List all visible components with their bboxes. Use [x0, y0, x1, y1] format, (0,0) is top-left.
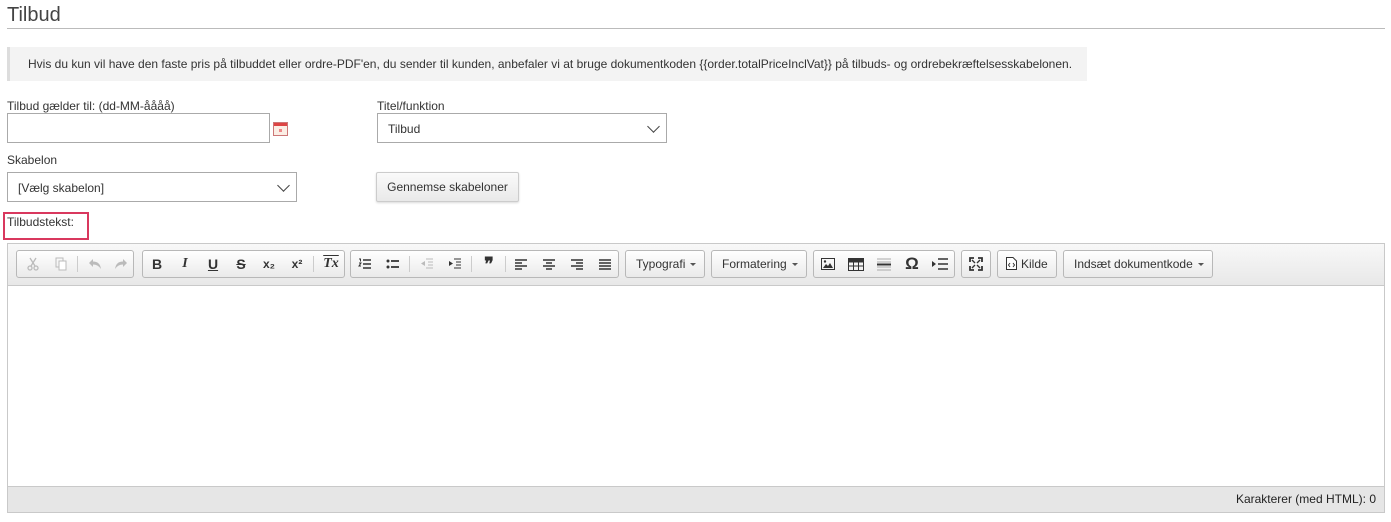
subscript-button[interactable]: x₂	[255, 251, 283, 277]
template-select[interactable]: [Vælg skabelon]	[7, 172, 297, 202]
toolbar-group-insert: Ω	[813, 250, 955, 278]
undo-icon[interactable]	[81, 251, 109, 277]
editor-content-area[interactable]	[8, 286, 1384, 486]
maximize-icon[interactable]	[962, 251, 990, 277]
remove-format-button[interactable]: Tx	[317, 251, 345, 277]
caret-down-icon	[1198, 263, 1204, 266]
copy-icon[interactable]	[47, 251, 75, 277]
toolbar-group-clipboard	[16, 250, 134, 278]
highlight-box	[3, 212, 89, 240]
title-divider	[7, 28, 1385, 29]
insert-doc-code-dropdown[interactable]: Indsæt dokumentkode	[1063, 250, 1213, 278]
typography-label: Typografi	[636, 257, 686, 271]
toolbar-separator	[409, 256, 410, 272]
toolbar-group-paragraph: ❞	[350, 250, 619, 278]
chevron-down-icon	[277, 179, 290, 192]
special-char-button[interactable]: Ω	[898, 251, 926, 277]
outdent-icon[interactable]	[413, 251, 441, 277]
formatting-label: Formatering	[722, 257, 787, 271]
redo-icon[interactable]	[107, 251, 135, 277]
typography-dropdown[interactable]: Typografi	[625, 250, 705, 278]
align-left-icon[interactable]	[507, 251, 535, 277]
valid-until-label: Tilbud gælder til: (dd-MM-åååå)	[7, 99, 175, 113]
editor-char-count: Karakterer (med HTML): 0	[8, 486, 1384, 512]
source-button[interactable]: Kilde	[997, 250, 1057, 278]
title-function-select[interactable]: Tilbud	[377, 113, 667, 143]
bold-button[interactable]: B	[143, 251, 171, 277]
title-function-value: Tilbud	[388, 122, 421, 136]
toolbar-separator	[313, 256, 314, 272]
template-label: Skabelon	[7, 153, 58, 167]
strikethrough-button[interactable]: S	[227, 251, 255, 277]
calendar-icon[interactable]	[273, 122, 288, 136]
cut-icon[interactable]	[19, 251, 47, 277]
caret-down-icon	[690, 263, 696, 266]
indent-icon[interactable]	[441, 251, 469, 277]
source-icon	[1006, 257, 1017, 270]
blockquote-button[interactable]: ❞	[475, 251, 503, 277]
toolbar-separator	[77, 256, 78, 272]
info-box: Hvis du kun vil have den faste pris på t…	[7, 47, 1087, 81]
source-label: Kilde	[1021, 257, 1048, 271]
valid-until-input[interactable]	[7, 113, 270, 143]
page-title: Tilbud	[7, 4, 61, 26]
superscript-button[interactable]: x²	[283, 251, 311, 277]
caret-down-icon	[792, 263, 798, 266]
bulleted-list-icon[interactable]	[379, 251, 407, 277]
numbered-list-icon[interactable]	[351, 251, 379, 277]
insert-doc-code-label: Indsæt dokumentkode	[1074, 257, 1193, 271]
horizontal-rule-icon[interactable]	[870, 251, 898, 277]
image-icon[interactable]	[814, 251, 842, 277]
template-value: [Vælg skabelon]	[18, 181, 105, 195]
editor-toolbar: B I U S x₂ x² Tx ❞ Typografi Formatering…	[8, 244, 1384, 286]
toolbar-group-basicstyles: B I U S x₂ x² Tx	[142, 250, 345, 278]
toolbar-separator	[471, 256, 472, 272]
title-function-label: Titel/funktion	[377, 99, 445, 113]
justify-icon[interactable]	[591, 251, 619, 277]
browse-templates-button[interactable]: Gennemse skabeloner	[376, 172, 519, 202]
table-icon[interactable]	[842, 251, 870, 277]
toolbar-separator	[505, 256, 506, 272]
align-right-icon[interactable]	[563, 251, 591, 277]
italic-button[interactable]: I	[171, 251, 199, 277]
toolbar-group-maximize	[961, 250, 991, 278]
underline-button[interactable]: U	[199, 251, 227, 277]
formatting-dropdown[interactable]: Formatering	[711, 250, 807, 278]
chevron-down-icon	[647, 120, 660, 133]
page-break-icon[interactable]	[926, 251, 954, 277]
align-center-icon[interactable]	[535, 251, 563, 277]
